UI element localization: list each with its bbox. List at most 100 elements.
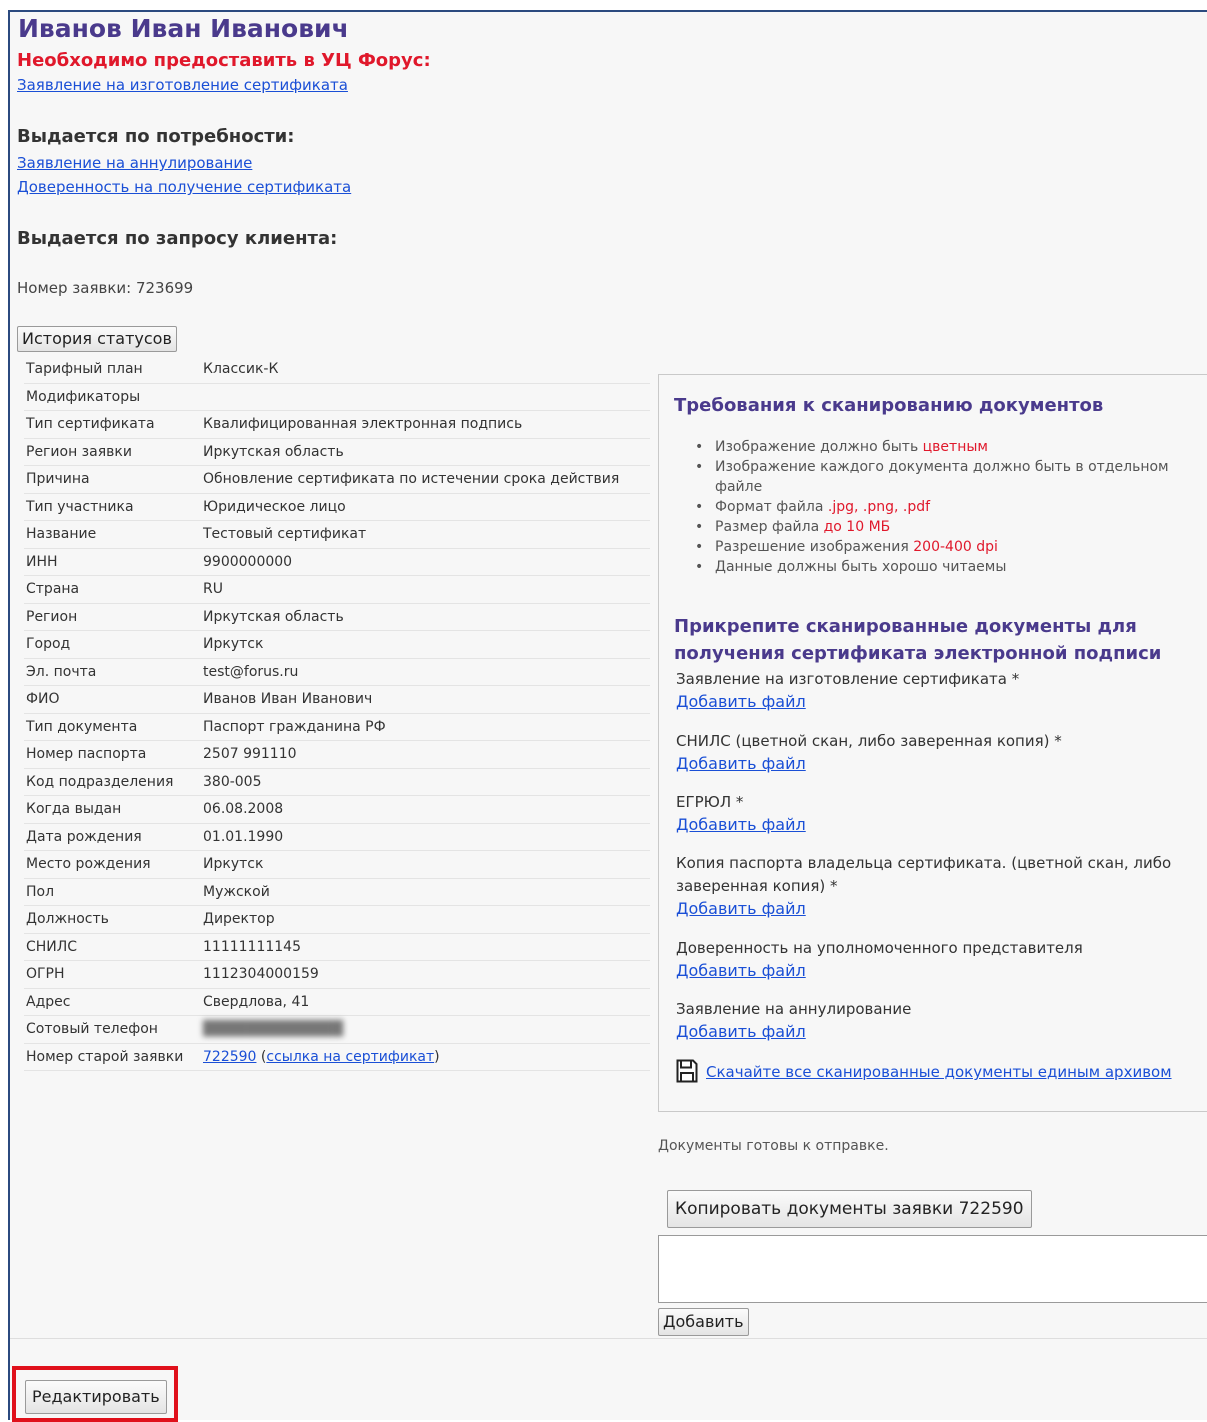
details-row: Сотовый телефон █████████████ [24,1015,650,1044]
doc-label-egrul: ЕГРЮЛ * [676,793,744,811]
page-title: Иванов Иван Иванович [18,14,349,43]
detail-value [203,383,650,411]
detail-label: Страна [24,575,203,604]
details-row-old-request: Номер старой заявки 722590 (ссылка на сер… [24,1043,650,1071]
add-file-link[interactable]: Добавить файл [676,815,806,834]
add-file-link[interactable]: Добавить файл [676,1022,806,1041]
details-row: Пол Мужской [24,878,650,906]
details-row: Тип сертификата Квалифицированная электро… [24,410,650,439]
details-row: Должность Директор [24,905,650,934]
requirement-item: Разрешение изображения 200-400 dpi [695,537,1185,557]
details-row: ОГРН 1112304000159 [24,960,650,989]
detail-label: Место рождения [24,850,203,879]
add-file-link[interactable]: Добавить файл [676,899,806,918]
detail-value: Юридическое лицо [203,493,650,521]
requirement-text: Формат файла [715,499,828,515]
details-row: Код подразделения 380-005 [24,768,650,796]
certificate-link[interactable]: ссылка на сертификат [266,1049,434,1065]
detail-label: Должность [24,905,203,934]
detail-label: Номер паспорта [24,740,203,769]
request-details-table: Тарифный план Классик-К Модификаторы Тип се… [24,356,650,1071]
floppy-disk-icon [676,1059,698,1083]
scan-requirements-list: Изображение должно быть цветнымИзображен… [695,437,1185,577]
add-comment-button[interactable]: Добавить [658,1308,749,1336]
divider [10,1338,1207,1339]
requirement-item: Данные должны быть хорошо читаемы [695,557,1185,577]
detail-label: Тип сертификата [24,410,203,439]
copy-request-documents-button[interactable]: Копировать документы заявки 722590 [667,1190,1032,1228]
close-paren: ) [434,1048,440,1065]
add-file-link[interactable]: Добавить файл [676,692,806,711]
requirement-text: Изображение каждого документа должно быт… [715,459,1169,495]
detail-value: Свердлова, 41 [203,988,650,1016]
details-row: Эл. почта test@forus.ru [24,658,650,686]
requirement-item: Изображение должно быть цветным [695,437,1185,457]
detail-value: Директор [203,905,650,934]
documents-ready-status: Документы готовы к отправке. [658,1138,889,1154]
doc-label-passport-copy: Копия паспорта владельца сертификата. (ц… [676,854,1172,895]
add-file-link[interactable]: Добавить файл [676,754,806,773]
detail-label: Номер старой заявки [24,1043,203,1071]
detail-value: Тестовый сертификат [203,520,650,549]
attach-documents-heading: Прикрепите сканированные документы для п… [674,616,1162,664]
details-row: ИНН 9900000000 [24,548,650,576]
requirement-item: Формат файла .jpg, .png, .pdf [695,497,1185,517]
detail-label: СНИЛС [24,933,203,961]
details-row: Тип участника Юридическое лицо [24,493,650,521]
details-row: Номер паспорта 2507 991110 [24,740,650,769]
details-row: Тип документа Паспорт гражданина РФ [24,713,650,741]
scan-requirements-heading: Требования к сканированию документов [674,395,1104,416]
detail-label: Дата рождения [24,823,203,851]
download-archive-link[interactable]: Скачайте все сканированные документы еди… [706,1063,1172,1081]
detail-label: Когда выдан [24,795,203,824]
requirement-text: Разрешение изображения [715,539,914,555]
detail-label: Модификаторы [24,383,203,411]
detail-value: Иркутск [203,630,650,659]
requirement-item: Размер файла до 10 МБ [695,517,1185,537]
certificate-application-link[interactable]: Заявление на изготовление сертификата [17,76,348,94]
revocation-application-link[interactable]: Заявление на аннулирование [17,154,252,172]
detail-label: Регион [24,603,203,631]
requirement-highlight: до 10 МБ [823,519,891,535]
required-documents-heading: Необходимо предоставить в УЦ Форус: [17,50,431,71]
details-row: Страна RU [24,575,650,604]
detail-value: RU [203,575,650,604]
detail-label: Адрес [24,988,203,1016]
client-request-heading: Выдается по запросу клиента: [17,228,338,249]
details-row: Дата рождения 01.01.1990 [24,823,650,851]
details-row: Модификаторы [24,383,650,411]
comment-textarea[interactable] [658,1235,1207,1303]
detail-value: Классик-К [203,356,650,384]
detail-label: ФИО [24,685,203,714]
status-history-button[interactable]: История статусов [17,326,177,352]
requirement-text: Изображение должно быть [715,439,923,455]
detail-value: █████████████ [203,1015,650,1044]
download-archive-row[interactable]: Скачайте все сканированные документы еди… [676,1059,1172,1083]
old-request-number-link[interactable]: 722590 [203,1049,256,1065]
detail-value: Иркутская область [203,603,650,631]
detail-value: 380-005 [203,768,650,796]
detail-label: Тарифный план [24,356,203,384]
doc-label-revocation-application: Заявление на аннулирование [676,1000,912,1018]
details-row: Когда выдан 06.08.2008 [24,795,650,824]
detail-value: Обновление сертификата по истечении срок… [203,465,650,494]
details-row: Название Тестовый сертификат [24,520,650,549]
add-file-link[interactable]: Добавить файл [676,961,806,980]
requirement-text: Размер файла [715,519,824,535]
phone-value-redacted: █████████████ [203,1021,343,1038]
power-of-attorney-link[interactable]: Доверенность на получение сертификата [17,178,351,196]
details-row: Место рождения Иркутск [24,850,650,879]
requirement-highlight: цветным [922,439,988,455]
request-page: Иванов Иван Иванович Необходимо предоста… [8,10,1207,1422]
detail-value: test@forus.ru [203,658,650,686]
detail-label: Код подразделения [24,768,203,796]
details-row: Регион Иркутская область [24,603,650,631]
edit-button[interactable]: Редактировать [25,1380,167,1414]
detail-value: 2507 991110 [203,740,650,769]
detail-value: Иркутская область [203,438,650,466]
detail-label: Пол [24,878,203,906]
detail-label: ИНН [24,548,203,576]
details-row: Причина Обновление сертификата по истечен… [24,465,650,494]
detail-value: 11111111145 [203,933,650,961]
detail-value: 06.08.2008 [203,795,650,824]
